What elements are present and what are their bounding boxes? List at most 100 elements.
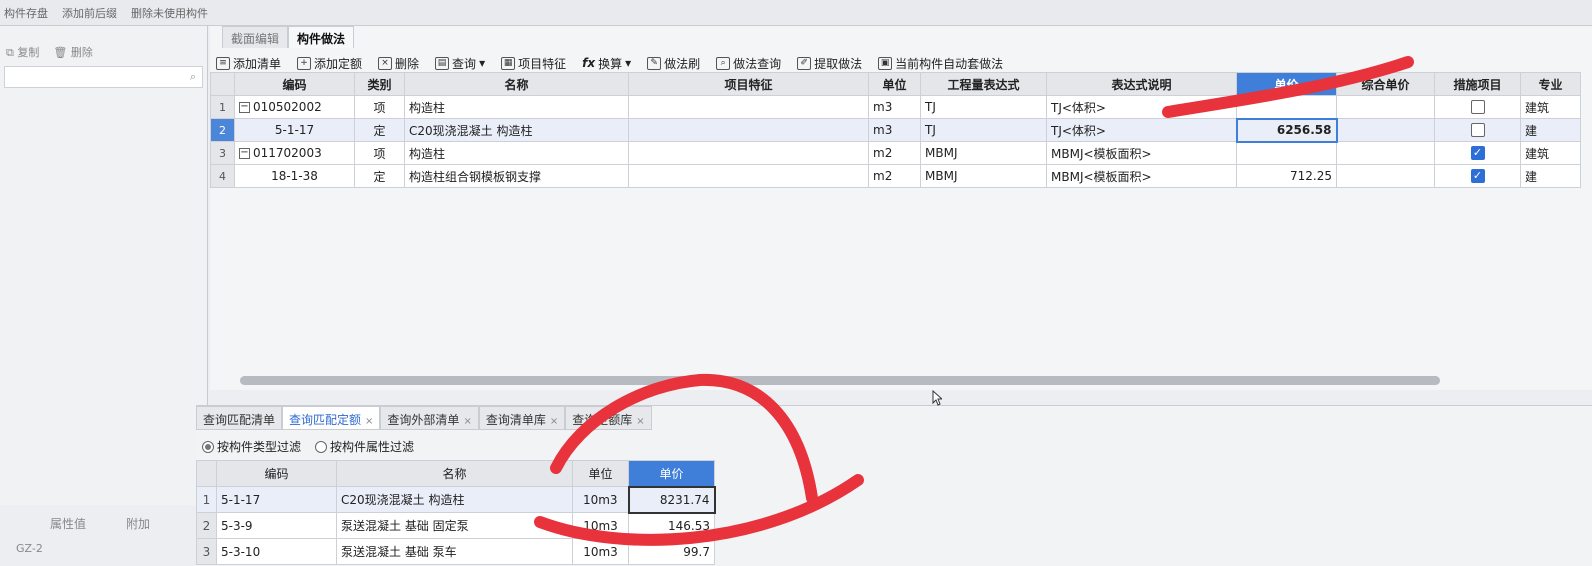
- copy-button[interactable]: ⧉ 复制: [6, 44, 39, 60]
- measure-item-header[interactable]: 措施项目: [1434, 72, 1521, 96]
- price-cell[interactable]: 146.53: [628, 512, 715, 539]
- name-cell[interactable]: 泵送混凝土 基础 泵车: [336, 538, 573, 565]
- unit-cell[interactable]: m2: [868, 164, 921, 188]
- code-cell[interactable]: 5-1-17: [234, 118, 355, 142]
- price-cell[interactable]: [1236, 141, 1337, 165]
- composite-price-header[interactable]: 综合单价: [1336, 72, 1435, 96]
- type-cell[interactable]: 项: [354, 95, 405, 119]
- name-cell[interactable]: C20现浇混凝土 构造柱: [404, 118, 629, 142]
- unit-header[interactable]: 单位: [868, 72, 921, 96]
- name-cell[interactable]: 泵送混凝土 基础 固定泵: [336, 512, 573, 539]
- code-cell[interactable]: 5-3-10: [216, 538, 337, 565]
- name-cell[interactable]: 构造柱: [404, 141, 629, 165]
- unit-cell[interactable]: 10m3: [572, 538, 629, 565]
- close-icon[interactable]: ×: [365, 416, 373, 427]
- table-row[interactable]: 1 −010502002 项 构造柱 m3 TJ TJ<体积> 建筑: [210, 95, 1581, 119]
- extract-method-button[interactable]: ✐ 提取做法: [797, 55, 862, 72]
- method-brush-button[interactable]: ✎ 做法刷: [647, 55, 700, 72]
- price-cell[interactable]: [1236, 95, 1337, 119]
- convert-dropdown[interactable]: fx 换算 ▾: [582, 55, 631, 72]
- expression-cell[interactable]: MBMJ: [920, 141, 1047, 165]
- unit-cell[interactable]: 10m3: [572, 512, 629, 539]
- measure-item-cell[interactable]: [1434, 95, 1521, 119]
- delete-button[interactable]: 🗑 删除: [53, 44, 92, 60]
- price-cell[interactable]: 712.25: [1236, 164, 1337, 188]
- price-header[interactable]: 单价: [1236, 72, 1337, 96]
- item-feature-button[interactable]: ▦ 项目特征: [501, 55, 566, 72]
- name-cell[interactable]: C20现浇混凝土 构造柱: [336, 486, 573, 513]
- save-component-button[interactable]: 构件存盘: [4, 5, 48, 21]
- table-row[interactable]: 1 5-1-17 C20现浇混凝土 构造柱 10m3 8231.74: [196, 485, 716, 514]
- major-cell[interactable]: 建筑: [1520, 95, 1581, 119]
- measure-item-cell[interactable]: [1434, 118, 1521, 142]
- unit-cell[interactable]: m2: [868, 141, 921, 165]
- code-cell[interactable]: −011702003: [234, 141, 355, 165]
- tab-query-quota-library[interactable]: 查询定额库 ×: [565, 406, 652, 430]
- name-header[interactable]: 名称: [336, 460, 573, 487]
- price-cell-selected[interactable]: 6256.58: [1235, 117, 1338, 143]
- table-row[interactable]: 2 5-1-17 定 C20现浇混凝土 构造柱 m3 TJ TJ<体积> 625…: [210, 117, 1581, 143]
- expression-cell[interactable]: TJ: [920, 95, 1047, 119]
- delete-unused-button[interactable]: 删除未使用构件: [131, 5, 208, 21]
- auto-apply-method-button[interactable]: ▣ 当前构件自动套做法: [878, 55, 1003, 72]
- unit-cell[interactable]: m3: [868, 95, 921, 119]
- tab-query-matching-quota[interactable]: 查询匹配定额 ×: [282, 406, 381, 430]
- feature-header[interactable]: 项目特征: [628, 72, 869, 96]
- name-cell[interactable]: 构造柱: [404, 95, 629, 119]
- expression-desc-header[interactable]: 表达式说明: [1046, 72, 1237, 96]
- measure-item-cell[interactable]: ✓: [1434, 141, 1521, 165]
- feature-cell[interactable]: [628, 141, 869, 165]
- table-row[interactable]: 2 5-3-9 泵送混凝土 基础 固定泵 10m3 146.53: [196, 512, 715, 539]
- name-header[interactable]: 名称: [404, 72, 629, 96]
- price-header[interactable]: 单价: [628, 460, 715, 487]
- filter-by-attribute-radio[interactable]: 按构件属性过滤: [315, 438, 414, 455]
- type-cell[interactable]: 项: [354, 141, 405, 165]
- code-header[interactable]: 编码: [216, 460, 337, 487]
- filter-by-type-radio[interactable]: 按构件类型过滤: [202, 438, 301, 455]
- component-search-input[interactable]: ⌕: [4, 66, 203, 88]
- close-icon[interactable]: ×: [463, 416, 471, 427]
- table-row[interactable]: 3 5-3-10 泵送混凝土 基础 泵车 10m3 99.7: [196, 538, 715, 565]
- expression-cell[interactable]: TJ: [920, 118, 1047, 142]
- table-row[interactable]: 4 18-1-38 定 构造柱组合钢模板钢支撑 m2 MBMJ MBMJ<模板面…: [210, 164, 1581, 188]
- expression-header[interactable]: 工程量表达式: [920, 72, 1047, 96]
- major-cell[interactable]: 建: [1520, 164, 1581, 188]
- major-cell[interactable]: 建: [1520, 118, 1581, 142]
- unit-cell[interactable]: m3: [868, 118, 921, 142]
- feature-cell[interactable]: [628, 164, 869, 188]
- delete-row-button[interactable]: × 删除: [378, 55, 419, 72]
- measure-checkbox-checked[interactable]: ✓: [1470, 146, 1485, 161]
- measure-checkbox[interactable]: [1470, 100, 1485, 115]
- type-header[interactable]: 类别: [354, 72, 405, 96]
- property-item[interactable]: GZ-2: [0, 532, 196, 555]
- close-icon[interactable]: ×: [550, 416, 558, 427]
- unit-header[interactable]: 单位: [572, 460, 629, 487]
- measure-checkbox[interactable]: [1470, 123, 1485, 138]
- code-header[interactable]: 编码: [234, 72, 355, 96]
- tab-query-matching-list[interactable]: 查询匹配清单: [196, 406, 283, 430]
- method-query-button[interactable]: ⌕ 做法查询: [716, 55, 781, 72]
- horizontal-scrollbar[interactable]: [240, 376, 1440, 385]
- code-cell[interactable]: 5-3-9: [216, 512, 337, 539]
- price-cell-selected[interactable]: 8231.74: [627, 485, 716, 514]
- measure-checkbox-checked[interactable]: ✓: [1470, 169, 1485, 184]
- major-cell[interactable]: 建筑: [1520, 141, 1581, 165]
- measure-item-cell[interactable]: ✓: [1434, 164, 1521, 188]
- add-quota-button[interactable]: + 添加定额: [297, 55, 362, 72]
- name-cell[interactable]: 构造柱组合钢模板钢支撑: [404, 164, 629, 188]
- code-cell[interactable]: 5-1-17: [216, 486, 337, 513]
- close-icon[interactable]: ×: [636, 416, 644, 427]
- collapse-icon[interactable]: −: [239, 102, 250, 113]
- feature-cell[interactable]: [628, 95, 869, 119]
- tab-section-edit[interactable]: 截面编辑: [222, 26, 289, 48]
- add-prefix-suffix-button[interactable]: 添加前后缀: [62, 5, 117, 21]
- tab-query-list-library[interactable]: 查询清单库 ×: [478, 406, 566, 430]
- expression-cell[interactable]: MBMJ: [920, 164, 1047, 188]
- tab-component-method[interactable]: 构件做法: [288, 26, 355, 48]
- unit-cell[interactable]: 10m3: [572, 486, 629, 513]
- query-dropdown[interactable]: ▤ 查询 ▾: [435, 55, 485, 72]
- major-header[interactable]: 专业: [1520, 72, 1581, 96]
- feature-cell[interactable]: [628, 118, 869, 142]
- tab-query-external-list[interactable]: 查询外部清单 ×: [380, 406, 479, 430]
- price-cell[interactable]: 99.7: [628, 538, 715, 565]
